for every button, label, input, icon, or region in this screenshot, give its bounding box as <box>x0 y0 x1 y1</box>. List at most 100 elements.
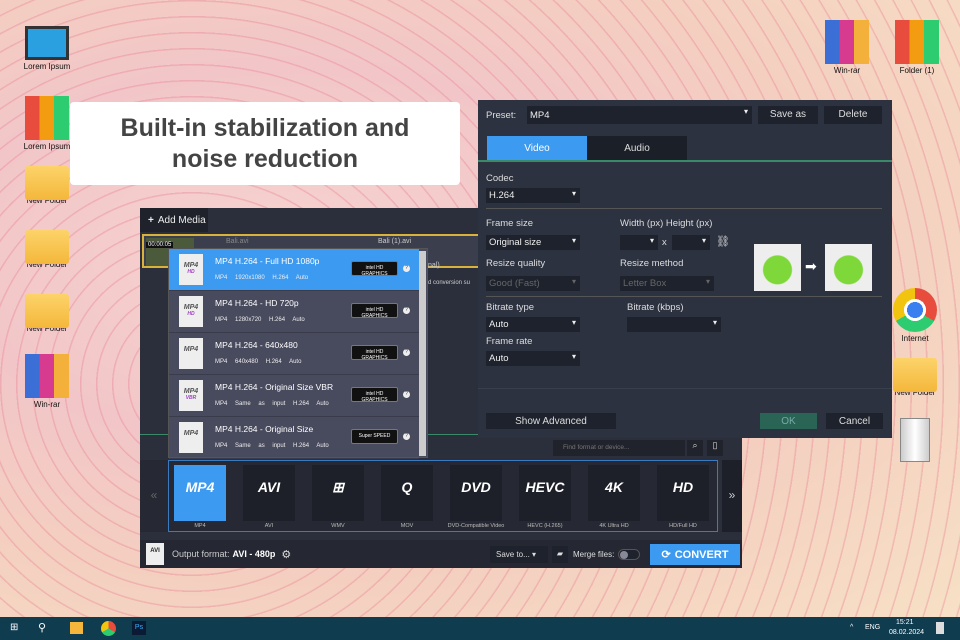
format-label: 4K Ultra HD <box>599 523 629 529</box>
file-explorer-icon[interactable] <box>70 622 83 634</box>
desktop-icon-new-folder-3[interactable]: New Folder <box>12 288 82 333</box>
taskbar: ⊞ ⚲ Ps ^ ENG 15:21 08.02.2024 <box>0 617 960 640</box>
mp4-file-icon: MP4 HD <box>179 254 203 285</box>
frame-size-select[interactable]: Original size <box>486 235 580 250</box>
output-format-value[interactable]: AVI - 480p <box>233 549 276 559</box>
tab-video[interactable]: Video <box>487 136 587 160</box>
preset-item[interactable]: MP4 HD MP4 H.264 - Full HD 1080p MP4 1920… <box>169 249 419 291</box>
bitrate-label: Bitrate (kbps) <box>627 302 684 313</box>
gear-icon[interactable]: ⚙ <box>281 548 291 561</box>
preset-item[interactable]: MP4 VBR MP4 H.264 - Original Size VBR MP4… <box>169 375 419 417</box>
divider <box>486 208 882 209</box>
binders-icon <box>895 20 939 64</box>
ok-button[interactable]: OK <box>760 413 817 429</box>
format-strip: MP4 MP4 AVI AVI ⊞ WMV Q MOV DVD DVD-Compatible Vi… <box>168 460 718 532</box>
help-icon[interactable]: ? <box>403 391 410 398</box>
preset-spec: MP4 <box>215 275 228 281</box>
notifications-icon[interactable] <box>936 622 944 634</box>
format-tile-wmv[interactable]: ⊞ <box>312 465 364 521</box>
bitrate-input[interactable] <box>627 317 721 332</box>
format-label: AVI <box>264 523 274 529</box>
chrome-icon[interactable] <box>101 621 116 636</box>
acceleration-badge: intel HD GRAPHICS <box>351 387 398 403</box>
scroll-right-button[interactable]: » <box>722 460 742 532</box>
divider <box>478 388 892 389</box>
resize-method-select[interactable]: Letter Box <box>620 276 714 291</box>
photoshop-icon[interactable]: Ps <box>132 621 146 635</box>
desktop-icon-winrar[interactable]: Win-rar <box>12 354 82 409</box>
save-as-button[interactable]: Save as <box>758 106 818 124</box>
preset-spec: H.264 <box>293 443 310 449</box>
format-tile-avi[interactable]: AVI <box>243 465 295 521</box>
preset-spec: Auto <box>295 275 309 281</box>
search-icon[interactable]: ⌕ <box>687 440 703 456</box>
delete-button[interactable]: Delete <box>824 106 882 124</box>
bitrate-type-select[interactable]: Auto <box>486 317 580 332</box>
help-icon[interactable]: ? <box>403 433 410 440</box>
help-icon[interactable]: ? <box>403 307 410 314</box>
help-icon[interactable]: ? <box>403 349 410 356</box>
preset-spec: H.264 <box>269 317 286 323</box>
scroll-left-button[interactable]: « <box>140 460 168 532</box>
format-search-input[interactable]: Find format or device... <box>553 440 685 456</box>
format-tile-hd-full-hd[interactable]: HD <box>657 465 709 521</box>
acceleration-badge: intel HD GRAPHICS <box>351 261 398 277</box>
tab-audio[interactable]: Audio <box>587 136 687 160</box>
desktop-icon-lorem-ipsum[interactable]: Lorem Ipsum <box>12 26 82 71</box>
settings-dialog: Preset: MP4 Save as Delete Video Audio C… <box>478 100 892 438</box>
preset-title: MP4 H.264 - Full HD 1080p <box>215 256 320 266</box>
windows-start-icon[interactable]: ⊞ <box>10 622 18 633</box>
preset-spec: 640x480 <box>235 359 259 365</box>
format-tile-dvd-compatible-video[interactable]: DVD <box>450 465 502 521</box>
winrar-icon <box>825 20 869 64</box>
format-label: MP4 <box>194 523 206 529</box>
format-logo: ⊞ <box>332 479 344 495</box>
chevron-up-icon[interactable]: ^ <box>850 624 853 631</box>
format-tile-mp4[interactable]: MP4 <box>174 465 226 521</box>
format-tile-4k-ultra-hd[interactable]: 4K <box>588 465 640 521</box>
desktop-icon-folder-1[interactable]: Folder (1) <box>882 20 952 75</box>
format-tile-hevc-h-265-[interactable]: HEVC <box>519 465 571 521</box>
preset-spec: Same as input <box>235 401 286 407</box>
file-info-text: nal) <box>428 262 440 269</box>
resize-quality-select[interactable]: Good (Fast) <box>486 276 580 291</box>
preset-item[interactable]: MP4 MP4 H.264 - 640x480 MP4 640x480 H.26… <box>169 333 419 375</box>
acceleration-badge: intel HD GRAPHICS <box>351 303 398 319</box>
language-indicator[interactable]: ENG <box>865 624 880 631</box>
bitrate-type-label: Bitrate type <box>486 302 535 313</box>
save-to-dropdown[interactable]: Save to... ▾ <box>490 546 548 563</box>
frame-rate-select[interactable]: Auto <box>486 351 580 366</box>
show-advanced-button[interactable]: Show Advanced <box>486 413 616 429</box>
search-icon[interactable]: ⚲ <box>38 621 46 634</box>
preset-item[interactable]: MP4 HD MP4 H.264 - HD 720p MP4 1280x720 H… <box>169 291 419 333</box>
preset-tag: HD <box>187 269 195 275</box>
add-media-button[interactable]: + Add Media <box>140 208 208 232</box>
preset-spec: H.264 <box>265 359 282 365</box>
scrollbar[interactable] <box>419 251 426 456</box>
codec-select[interactable]: H.264 <box>486 188 580 203</box>
device-search-icon[interactable]: ▯ <box>707 440 723 456</box>
desktop-icon-new-folder-2[interactable]: New Folder <box>12 224 82 269</box>
clock-time[interactable]: 15:21 <box>896 619 914 626</box>
recycle-bin-icon <box>900 418 930 462</box>
help-icon[interactable]: ? <box>403 265 410 272</box>
clock-date[interactable]: 08.02.2024 <box>889 629 924 636</box>
format-tile-mov[interactable]: Q <box>381 465 433 521</box>
preset-select[interactable]: MP4 <box>527 106 752 124</box>
merge-files-toggle[interactable] <box>618 549 640 560</box>
convert-button[interactable]: ⟳ CONVERT <box>650 544 740 565</box>
file-info-text-2: d conversion su <box>428 280 471 286</box>
width-input[interactable] <box>620 235 658 250</box>
height-input[interactable] <box>672 235 710 250</box>
preset-tag: HD <box>187 311 195 317</box>
desktop-icon-winrar-right[interactable]: Win-rar <box>812 20 882 75</box>
preset-spec: Auto <box>316 401 329 407</box>
mp4-file-icon: MP4 <box>179 422 203 453</box>
format-label: DVD-Compatible Video <box>447 523 505 529</box>
preset-spec: 1280x720 <box>235 317 262 323</box>
preset-dropdown-list: MP4 HD MP4 H.264 - Full HD 1080p MP4 1920… <box>168 248 428 459</box>
cancel-button[interactable]: Cancel <box>826 413 883 429</box>
folder-open-icon[interactable]: ▰ <box>552 546 568 563</box>
link-aspect-icon[interactable]: ⛓ <box>716 235 730 248</box>
preset-item[interactable]: MP4 MP4 H.264 - Original Size MP4 Same a… <box>169 417 419 459</box>
